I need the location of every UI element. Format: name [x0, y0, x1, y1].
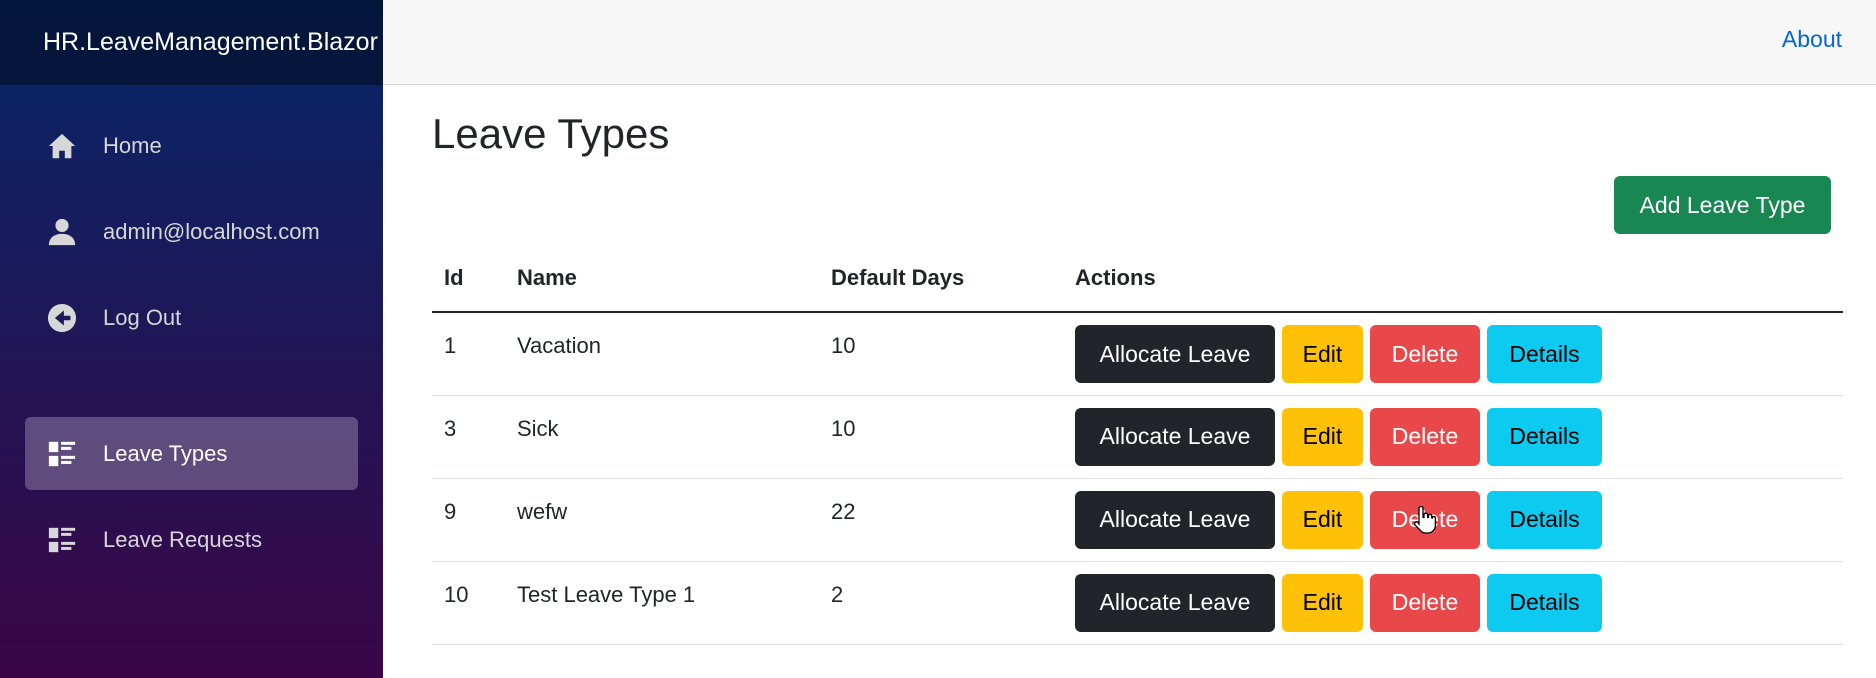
page-title: Leave Types	[432, 110, 670, 157]
cell-days: 10	[819, 395, 1063, 479]
add-leave-type-button[interactable]: Add Leave Type	[1614, 176, 1831, 234]
cell-name: Vacation	[505, 312, 819, 396]
cell-name-text: Vacation	[517, 333, 601, 358]
arrow-left-circle-icon	[47, 303, 77, 333]
edit-button[interactable]: Edit	[1282, 407, 1363, 466]
column-header-actions: Actions	[1063, 245, 1843, 313]
cell-name: wefw	[505, 478, 819, 562]
edit-button[interactable]: Edit	[1282, 573, 1363, 632]
nav-item-label: Log Out	[103, 304, 182, 330]
cell-id: 3	[432, 395, 505, 479]
nav-item-leave-requests[interactable]: Leave Requests	[25, 503, 358, 576]
home-icon	[47, 131, 77, 161]
top-row: About	[383, 0, 1876, 85]
allocate-leave-button[interactable]: Allocate Leave	[1075, 407, 1275, 466]
cell-name-text: Test Leave Type 1	[517, 581, 696, 607]
delete-button[interactable]: Delete	[1370, 407, 1480, 466]
nav-item-label: admin@localhost.com	[103, 218, 320, 244]
nav-item-logout[interactable]: Log Out	[25, 281, 358, 354]
list-rich-icon	[47, 439, 77, 469]
cell-actions: Allocate Leave Edit Delete Details	[1063, 478, 1843, 562]
nav-item-profile[interactable]: admin@localhost.com	[25, 195, 358, 268]
details-button[interactable]: Details	[1487, 490, 1602, 549]
list-rich-icon	[47, 525, 77, 555]
cell-actions: Allocate Leave Edit Delete Details	[1063, 395, 1843, 479]
nav-item-label: Home	[103, 132, 162, 158]
table-row: 9 wefw 22 Allocate Leave Edit Delete Det…	[432, 478, 1843, 562]
row-actions: Allocate Leave Edit Delete Details	[1075, 490, 1843, 549]
cell-id-text: 10	[444, 581, 469, 607]
app: HR.LeaveManagement.Blazor Home admin@loc…	[0, 0, 1876, 678]
table-header-row: Id Name Default Days Actions	[432, 245, 1843, 313]
cell-days: 2	[819, 561, 1063, 645]
cell-name: Sick	[505, 395, 819, 479]
cell-days-text: 10	[831, 415, 856, 441]
details-button[interactable]: Details	[1487, 573, 1602, 632]
nav-item-label: Leave Requests	[103, 526, 262, 552]
nav-item-home[interactable]: Home	[25, 109, 358, 182]
allocate-leave-button[interactable]: Allocate Leave	[1075, 573, 1275, 632]
cell-actions: Allocate Leave Edit Delete Details	[1063, 561, 1843, 645]
brand-link[interactable]: HR.LeaveManagement.Blazor	[43, 28, 378, 57]
cell-id-text: 1	[444, 333, 457, 358]
cell-id: 10	[432, 561, 505, 645]
table-row: 3 Sick 10 Allocate Leave Edit Delete Det…	[432, 395, 1843, 479]
cell-id: 1	[432, 312, 505, 396]
delete-button[interactable]: Delete	[1370, 325, 1480, 383]
sidebar: HR.LeaveManagement.Blazor Home admin@loc…	[0, 0, 383, 678]
details-button[interactable]: Details	[1487, 325, 1602, 383]
cell-name-text: wefw	[517, 498, 568, 524]
nav-item-leave-types[interactable]: Leave Types	[25, 417, 358, 490]
allocate-leave-button[interactable]: Allocate Leave	[1075, 490, 1275, 549]
about-link[interactable]: About	[1782, 26, 1842, 53]
cell-name: Test Leave Type 1	[505, 561, 819, 645]
nav-item-label: Leave Types	[103, 440, 228, 466]
cell-actions: Allocate Leave Edit Delete Details	[1063, 312, 1843, 396]
cell-name-text: Sick	[517, 415, 559, 441]
column-header-name: Name	[505, 245, 819, 313]
row-actions: Allocate Leave Edit Delete Details	[1075, 407, 1843, 466]
edit-button[interactable]: Edit	[1282, 325, 1363, 383]
details-button[interactable]: Details	[1487, 407, 1602, 466]
row-actions: Allocate Leave Edit Delete Details	[1075, 325, 1843, 383]
delete-button[interactable]: Delete	[1370, 490, 1480, 549]
cell-days-text: 10	[831, 333, 856, 358]
column-header-id: Id	[432, 245, 505, 313]
cell-days: 22	[819, 478, 1063, 562]
edit-button[interactable]: Edit	[1282, 490, 1363, 549]
cell-id: 9	[432, 478, 505, 562]
cell-days-text: 2	[831, 581, 844, 607]
leave-types-table: Id Name Default Days Actions 1 Vacation …	[432, 245, 1843, 645]
column-header-default-days: Default Days	[819, 245, 1063, 313]
cell-days-text: 22	[831, 498, 856, 524]
cell-days: 10	[819, 312, 1063, 396]
table-row: 10 Test Leave Type 1 2 Allocate Leave Ed…	[432, 561, 1843, 645]
person-icon	[47, 217, 77, 247]
cell-id-text: 9	[444, 498, 457, 524]
delete-button[interactable]: Delete	[1370, 573, 1480, 632]
table-row: 1 Vacation 10 Allocate Leave Edit Delete…	[432, 312, 1843, 396]
allocate-leave-button[interactable]: Allocate Leave	[1075, 325, 1275, 383]
row-actions: Allocate Leave Edit Delete Details	[1075, 573, 1843, 632]
cell-id-text: 3	[444, 415, 457, 441]
brand-bar: HR.LeaveManagement.Blazor	[0, 0, 383, 85]
